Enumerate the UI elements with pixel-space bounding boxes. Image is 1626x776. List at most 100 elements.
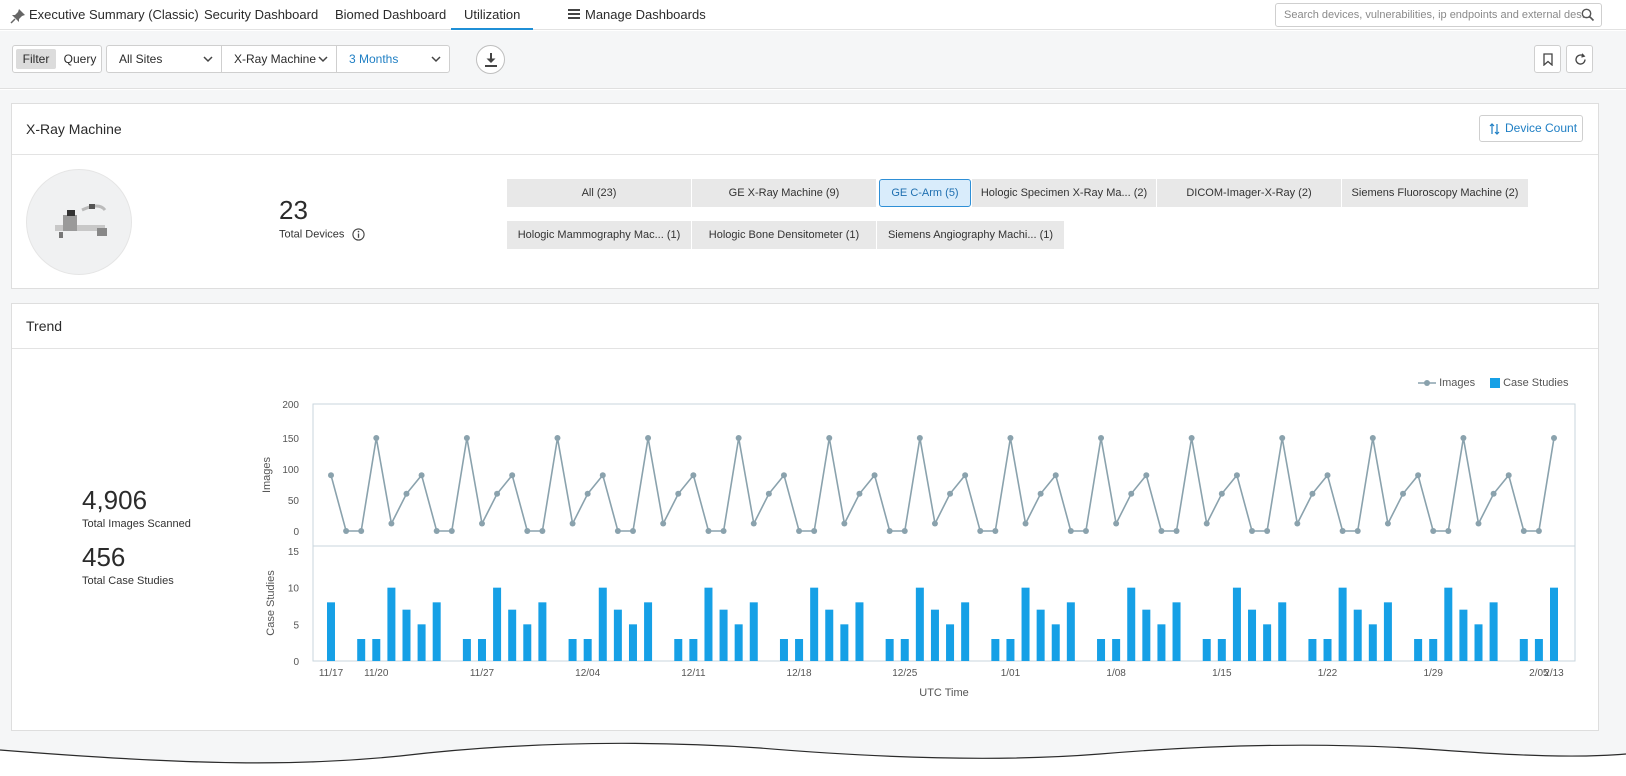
case-studies-bar <box>1444 587 1453 661</box>
case-studies-bar <box>1112 639 1121 661</box>
images-point <box>1369 435 1376 441</box>
images-point <box>856 490 863 497</box>
y-tick-label: 0 <box>293 657 299 668</box>
images-point <box>599 472 606 479</box>
images-point <box>1143 472 1150 479</box>
case-studies-bar <box>1323 639 1332 661</box>
images-line <box>330 437 1555 532</box>
images-point <box>328 472 334 479</box>
images-point <box>841 520 848 527</box>
y-tick-label: 100 <box>282 465 299 476</box>
case-studies-bar <box>1248 609 1257 661</box>
case-studies-bar <box>644 602 653 661</box>
case-studies-bar <box>508 609 517 661</box>
images-point <box>1082 528 1089 534</box>
images-point <box>690 472 697 479</box>
images-point <box>1067 528 1074 534</box>
y-tick-label: 150 <box>282 434 299 445</box>
case-studies-bar <box>704 587 713 661</box>
case-studies-bar <box>1308 639 1317 661</box>
y-tick-label: 5 <box>293 620 299 631</box>
case-studies-bar <box>779 639 788 661</box>
images-point <box>494 490 501 497</box>
images-point <box>1415 472 1422 479</box>
images-point <box>1113 520 1120 527</box>
case-studies-bar <box>674 639 683 661</box>
case-studies-bar <box>568 639 577 661</box>
case-studies-bar <box>1202 639 1211 661</box>
images-point <box>660 520 667 527</box>
case-studies-bar <box>1429 639 1438 661</box>
images-point <box>1264 528 1271 534</box>
images-point <box>373 435 380 441</box>
y-tick-label: 200 <box>282 400 299 411</box>
x-tick-label: 1/15 <box>1212 668 1232 679</box>
case-studies-bar <box>1036 609 1045 661</box>
case-studies-bar <box>795 639 804 661</box>
y-tick-label: 0 <box>293 527 299 538</box>
images-point <box>1475 520 1482 527</box>
images-point <box>705 528 712 534</box>
case-studies-bar <box>1217 639 1226 661</box>
images-point <box>1173 528 1180 534</box>
images-point <box>720 528 727 534</box>
case-studies-bar <box>1414 639 1423 661</box>
case-studies-bar <box>840 624 849 661</box>
case-studies-bar <box>432 602 441 661</box>
images-point <box>811 528 818 534</box>
case-studies-bar <box>583 639 592 661</box>
images-point <box>343 528 350 534</box>
case-studies-bar <box>462 639 471 661</box>
images-point <box>554 435 561 441</box>
images-point <box>992 528 999 534</box>
images-point <box>1430 528 1437 534</box>
case-studies-bar <box>1534 639 1543 661</box>
case-studies-bar <box>1383 602 1392 661</box>
case-studies-bar <box>417 624 426 661</box>
images-point <box>796 528 803 534</box>
case-studies-bar <box>915 587 924 661</box>
case-studies-bar <box>1368 624 1377 661</box>
images-point <box>1022 520 1029 527</box>
case-studies-bar <box>1232 587 1241 661</box>
case-studies-bar <box>1097 639 1106 661</box>
images-point <box>871 472 878 479</box>
case-studies-bar <box>900 639 909 661</box>
case-studies-bar <box>628 624 637 661</box>
case-studies-bar <box>477 639 486 661</box>
images-point <box>463 435 470 441</box>
x-tick-label: 1/08 <box>1106 668 1126 679</box>
images-point <box>675 490 682 497</box>
case-studies-bar <box>1127 587 1136 661</box>
images-point <box>524 528 531 534</box>
case-studies-bar <box>1550 587 1558 661</box>
images-point <box>1354 528 1361 534</box>
images-point <box>1520 528 1527 534</box>
images-point <box>947 490 954 497</box>
case-studies-bar <box>749 602 758 661</box>
case-studies-bar <box>1066 602 1075 661</box>
images-point <box>1233 472 1240 479</box>
images-point <box>750 520 757 527</box>
case-studies-bar <box>402 609 411 661</box>
x-tick-label: 12/04 <box>575 668 600 679</box>
case-studies-bar <box>1474 624 1483 661</box>
case-studies-bar <box>1051 624 1060 661</box>
images-point <box>1460 435 1467 441</box>
images-point <box>1218 490 1225 497</box>
x-tick-label: 1/29 <box>1423 668 1443 679</box>
images-point <box>977 528 984 534</box>
images-point <box>645 435 652 441</box>
images-point <box>780 472 787 479</box>
images-point <box>962 472 969 479</box>
trend-chart: 0 50 100 150 200 0 5 10 15 Images Case Studies 11/1… <box>261 400 1576 699</box>
case-studies-bar <box>885 639 894 661</box>
images-point <box>1309 490 1316 497</box>
x-tick-label: 12/11 <box>681 668 706 679</box>
images-point <box>584 490 591 497</box>
y-tick-label: 15 <box>288 547 300 558</box>
images-point <box>765 490 772 497</box>
x-tick-label: 12/18 <box>787 668 812 679</box>
x-tick-label: 11/27 <box>470 668 495 679</box>
images-point <box>901 528 908 534</box>
